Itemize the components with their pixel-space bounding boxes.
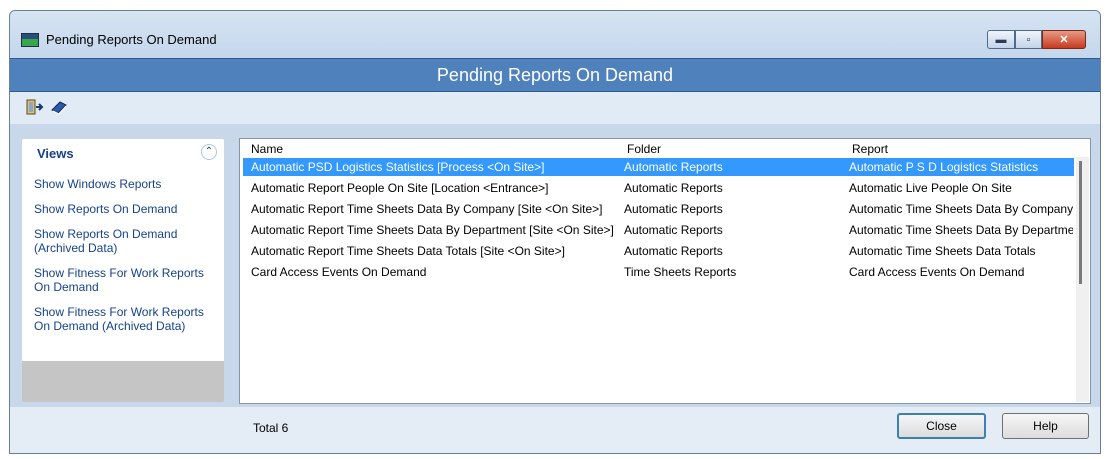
cell-name: Card Access Events On Demand	[251, 265, 427, 279]
page-title: Pending Reports On Demand	[436, 64, 674, 85]
window-close-button[interactable]: ✕	[1042, 30, 1086, 49]
close-icon: ✕	[1059, 34, 1069, 46]
column-header-folder[interactable]: Folder	[627, 142, 661, 156]
total-count: Total 6	[253, 421, 289, 435]
chevron-up-icon[interactable]: ⌃	[201, 144, 217, 160]
cell-folder: Automatic Reports	[624, 202, 723, 216]
maximize-icon: ▫	[1026, 33, 1031, 46]
vertical-scrollbar[interactable]	[1076, 157, 1089, 402]
cell-folder: Automatic Reports	[624, 223, 723, 237]
help-book-button[interactable]	[49, 99, 69, 117]
cell-report: Automatic P S D Logistics Statistics	[849, 160, 1039, 174]
help-book-icon	[51, 101, 67, 115]
cell-report: Automatic Time Sheets Data By Company	[849, 202, 1073, 216]
cell-report: Automatic Time Sheets Data By Department	[849, 223, 1073, 237]
cell-name: Automatic Report People On Site [Locatio…	[251, 181, 549, 195]
exit-button[interactable]	[25, 99, 45, 117]
exit-icon	[26, 99, 44, 115]
views-header[interactable]: Views ⌃	[22, 139, 224, 163]
minimize-button[interactable]: ▬	[987, 30, 1015, 49]
view-link-fitness-for-work[interactable]: Show Fitness For Work Reports On Demand	[34, 266, 219, 294]
cell-name: Automatic Report Time Sheets Data By Com…	[251, 202, 603, 216]
list-row[interactable]: Automatic PSD Logistics Statistics [Proc…	[243, 158, 1074, 176]
column-header-name[interactable]: Name	[251, 142, 283, 156]
app-icon	[21, 33, 39, 47]
cell-report: Automatic Live People On Site	[849, 181, 1012, 195]
app-window: Pending Reports On Demand ▬ ▫ ✕ Pending …	[9, 10, 1101, 454]
column-header-report[interactable]: Report	[852, 142, 888, 156]
toolbar	[10, 92, 1100, 124]
close-button[interactable]: Close	[897, 413, 986, 439]
reports-list[interactable]: Name Folder Report Automatic PSD Logisti…	[239, 138, 1091, 404]
cell-name: Automatic Report Time Sheets Data By Dep…	[251, 223, 614, 237]
cell-folder: Time Sheets Reports	[624, 265, 737, 279]
help-button[interactable]: Help	[1002, 413, 1089, 439]
list-row[interactable]: Automatic Report Time Sheets Data By Dep…	[243, 221, 1074, 239]
views-title: Views	[37, 146, 74, 161]
views-list: Show Windows Reports Show Reports On Dem…	[34, 177, 219, 344]
list-row[interactable]: Automatic Report People On Site [Locatio…	[243, 179, 1074, 197]
cell-folder: Automatic Reports	[624, 244, 723, 258]
views-panel: Views ⌃ Show Windows Reports Show Report…	[22, 139, 224, 402]
scrollbar-thumb[interactable]	[1079, 161, 1082, 284]
list-row[interactable]: Automatic Report Time Sheets Data By Com…	[243, 200, 1074, 218]
view-link-windows-reports[interactable]: Show Windows Reports	[34, 177, 219, 191]
minimize-icon: ▬	[995, 33, 1007, 46]
list-row[interactable]: Automatic Report Time Sheets Data Totals…	[243, 242, 1074, 260]
cell-folder: Automatic Reports	[624, 160, 723, 174]
cell-folder: Automatic Reports	[624, 181, 723, 195]
cell-name: Automatic PSD Logistics Statistics [Proc…	[251, 160, 545, 174]
maximize-button[interactable]: ▫	[1015, 30, 1042, 49]
cell-name: Automatic Report Time Sheets Data Totals…	[251, 244, 565, 258]
view-link-reports-on-demand-archived[interactable]: Show Reports On Demand (Archived Data)	[34, 227, 219, 255]
list-row[interactable]: Card Access Events On Demand Time Sheets…	[243, 263, 1074, 281]
page-header: Pending Reports On Demand	[10, 58, 1100, 92]
window-title: Pending Reports On Demand	[46, 32, 217, 47]
cell-report: Automatic Time Sheets Data Totals	[849, 244, 1036, 258]
cell-report: Card Access Events On Demand	[849, 265, 1025, 279]
view-link-reports-on-demand[interactable]: Show Reports On Demand	[34, 202, 219, 216]
view-link-fitness-for-work-archived[interactable]: Show Fitness For Work Reports On Demand …	[34, 305, 219, 333]
